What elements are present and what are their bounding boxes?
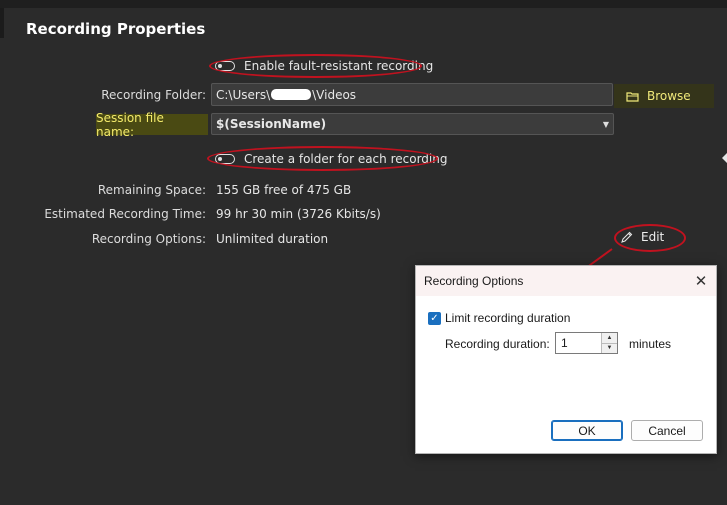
- folder-path-prefix: C:\Users\: [216, 87, 271, 102]
- duration-unit: minutes: [629, 337, 672, 351]
- recording-folder-field[interactable]: C:\Users\ \Videos: [211, 83, 613, 106]
- panel-title: Recording Properties: [26, 20, 206, 38]
- remaining-space-label: Remaining Space:: [97, 183, 206, 197]
- cancel-button[interactable]: Cancel: [631, 420, 703, 441]
- stepper-up-icon[interactable]: ▲: [602, 333, 617, 343]
- browse-button[interactable]: Browse: [614, 84, 714, 108]
- folder-icon: [626, 91, 639, 102]
- recording-options-value: Unlimited duration: [216, 232, 329, 246]
- dialog-title-bar: Recording Options ✕: [416, 266, 716, 296]
- remaining-space-value: 155 GB free of 475 GB: [216, 183, 352, 197]
- limit-duration-label: Limit recording duration: [445, 311, 571, 325]
- limit-duration-row[interactable]: ✓ Limit recording duration: [428, 311, 570, 325]
- recording-options-dialog: Recording Options ✕ ✓ Limit recording du…: [415, 265, 717, 454]
- left-accent: [0, 8, 4, 38]
- duration-stepper[interactable]: 1 ▲ ▼: [555, 332, 618, 354]
- session-file-name-select[interactable]: $(SessionName) ▼: [211, 113, 614, 135]
- recording-options-label: Recording Options:: [91, 232, 206, 246]
- dialog-title: Recording Options: [424, 274, 524, 288]
- redaction-mark: [271, 89, 312, 100]
- session-file-name-value: $(SessionName): [216, 117, 327, 131]
- recording-folder-label: Recording Folder:: [101, 88, 206, 102]
- top-bar: [0, 0, 727, 8]
- session-file-name-label: Session file name:: [96, 111, 208, 139]
- ok-button[interactable]: OK: [551, 420, 623, 441]
- dropdown-arrow-icon: ▼: [602, 119, 609, 129]
- duration-label: Recording duration:: [445, 337, 550, 351]
- folder-path-suffix: \Videos: [312, 87, 357, 102]
- pencil-icon: [621, 231, 633, 243]
- checkmark-icon: ✓: [430, 312, 439, 324]
- fault-resistant-toggle[interactable]: [215, 61, 235, 71]
- create-folder-label: Create a folder for each recording: [244, 152, 448, 166]
- stepper-down-icon[interactable]: ▼: [602, 342, 617, 353]
- fault-resistant-toggle-row[interactable]: Enable fault-resistant recording: [215, 59, 433, 73]
- browse-label: Browse: [647, 89, 691, 103]
- create-folder-toggle-row[interactable]: Create a folder for each recording: [215, 152, 447, 166]
- close-icon[interactable]: ✕: [686, 266, 716, 296]
- limit-duration-checkbox[interactable]: ✓: [428, 311, 441, 325]
- estimated-time-value: 99 hr 30 min (3726 Kbits/s): [216, 207, 381, 221]
- side-marker: [722, 153, 727, 163]
- edit-button[interactable]: Edit: [620, 230, 664, 244]
- stepper-buttons: ▲ ▼: [601, 333, 617, 353]
- fault-resistant-label: Enable fault-resistant recording: [244, 59, 434, 73]
- estimated-time-label: Estimated Recording Time:: [44, 207, 206, 221]
- duration-input[interactable]: 1: [556, 333, 601, 353]
- create-folder-toggle[interactable]: [215, 154, 235, 164]
- edit-label: Edit: [641, 230, 665, 244]
